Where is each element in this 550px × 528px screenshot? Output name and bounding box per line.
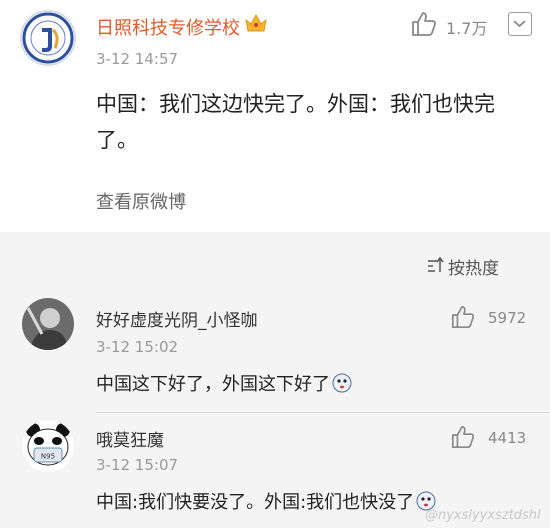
comment-text-row: 中国:我们快要没了。外国:我们也快没了 xyxy=(96,488,436,514)
sort-by-hot-button[interactable]: 按热度 xyxy=(448,254,499,279)
comment-timestamp: 3-12 15:07 xyxy=(96,456,179,474)
school-logo-icon xyxy=(22,12,74,64)
comment-text: 中国:我们快要没了。外国:我们也快没了 xyxy=(96,492,415,513)
comment-text: 中国这下好了，外国这下好了 xyxy=(96,374,330,395)
avatar[interactable] xyxy=(22,298,74,350)
post-content: 中国：我们这边快完了。外国：我们也快完了。 xyxy=(96,92,495,152)
sort-icon[interactable] xyxy=(426,256,444,274)
chevron-down-icon xyxy=(513,20,526,28)
original-post: 日照科技专修学校 1.7万 3-12 14:57 中国：我们这边快完了。外国：我… xyxy=(0,0,550,232)
commenter-name[interactable]: 哦莫狂魔 xyxy=(96,426,164,451)
comment-text-row: 中国这下好了，外国这下好了 xyxy=(96,370,352,396)
more-options-button[interactable] xyxy=(508,12,532,36)
panda-mask-icon: N95 xyxy=(22,420,74,472)
thumbs-up-icon[interactable] xyxy=(450,424,476,450)
post-timestamp: 3-12 14:57 xyxy=(96,50,179,68)
school-logo-avatar[interactable] xyxy=(20,10,76,66)
user-photo-icon xyxy=(22,298,74,350)
comment-item: 好好虚度光阴_小怪咖 5972 3-12 15:02 中国这下好了，外国这下好了 xyxy=(0,288,550,412)
mask-label: N95 xyxy=(41,453,55,461)
thumbs-up-icon[interactable] xyxy=(450,304,476,330)
comment-like-count: 4413 xyxy=(488,429,527,447)
view-original-link[interactable]: 查看原微博 xyxy=(96,188,186,214)
commenter-name[interactable]: 好好虚度光阴_小怪咖 xyxy=(96,306,258,331)
comment-timestamp: 3-12 15:02 xyxy=(96,338,179,356)
thumbs-up-icon[interactable] xyxy=(410,10,438,38)
comment-like-count: 5972 xyxy=(488,309,527,327)
emoji-icon xyxy=(332,373,352,393)
watermark: @nyxslyyxsztdshl xyxy=(425,508,541,523)
post-like-count: 1.7万 xyxy=(446,19,488,38)
avatar[interactable]: N95 xyxy=(22,420,74,472)
crown-icon xyxy=(245,13,267,32)
post-author-name[interactable]: 日照科技专修学校 xyxy=(96,14,240,40)
